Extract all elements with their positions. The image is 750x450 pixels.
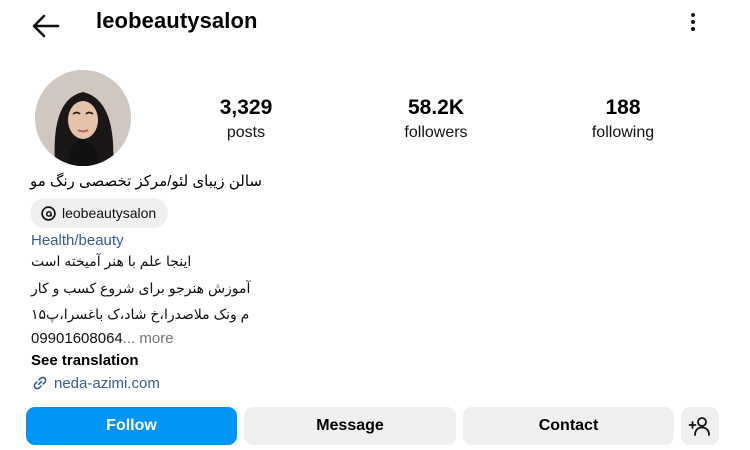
back-button[interactable] <box>28 8 64 44</box>
followers-count-label: followers <box>404 124 468 141</box>
bio-line: م ونک ملاصدرا،خ شاد،ک باغسرا،پ۱۵ <box>31 306 250 322</box>
link-icon <box>33 376 47 390</box>
profile-category: Health/beauty <box>31 232 124 249</box>
posts-count-label: posts <box>226 124 266 141</box>
more-vertical-icon <box>691 13 695 17</box>
bio-line: اینجا علم با هنر آمیخته است <box>31 253 192 269</box>
more-options-button[interactable] <box>681 10 705 40</box>
website-link[interactable]: neda-azimi.com <box>31 374 160 392</box>
followers-count-value: 58.2K <box>407 96 465 119</box>
suggested-accounts-button[interactable] <box>681 407 719 445</box>
threads-badge[interactable]: leobeautysalon <box>30 198 169 228</box>
threads-handle: leobeautysalon <box>62 205 157 221</box>
posts-count[interactable]: 3,329 posts <box>176 96 316 142</box>
website-url: neda-azimi.com <box>54 374 160 392</box>
profile-username-title: leobeautysalon <box>96 8 258 33</box>
bio-line: آموزش هنرجو برای شروع کسب و کار <box>31 280 251 296</box>
avatar-photo <box>35 70 131 166</box>
profile-screen: leobeautysalon 3,329 posts 58.2K followe… <box>6 0 744 450</box>
arrow-left-icon <box>32 14 60 38</box>
following-count-label: following <box>591 124 655 141</box>
following-count[interactable]: 188 following <box>553 96 693 142</box>
bio-phone-line: 09901608064... more <box>31 330 174 347</box>
see-translation-link[interactable]: See translation <box>31 352 139 369</box>
following-count-value: 188 <box>605 96 641 119</box>
followers-count[interactable]: 58.2K followers <box>366 96 506 142</box>
profile-avatar[interactable] <box>35 70 131 166</box>
follow-button[interactable]: Follow <box>26 407 237 445</box>
message-button[interactable]: Message <box>244 407 456 445</box>
posts-count-value: 3,329 <box>219 96 273 119</box>
add-person-icon <box>688 417 710 436</box>
more-link[interactable]: ... more <box>123 330 174 347</box>
profile-full-name: سالن زیبای لئو/مرکز تخصصی رنگ مو <box>30 173 262 190</box>
threads-icon <box>41 205 56 221</box>
contact-button[interactable]: Contact <box>463 407 674 445</box>
bio-phone: 09901608064 <box>31 330 123 347</box>
